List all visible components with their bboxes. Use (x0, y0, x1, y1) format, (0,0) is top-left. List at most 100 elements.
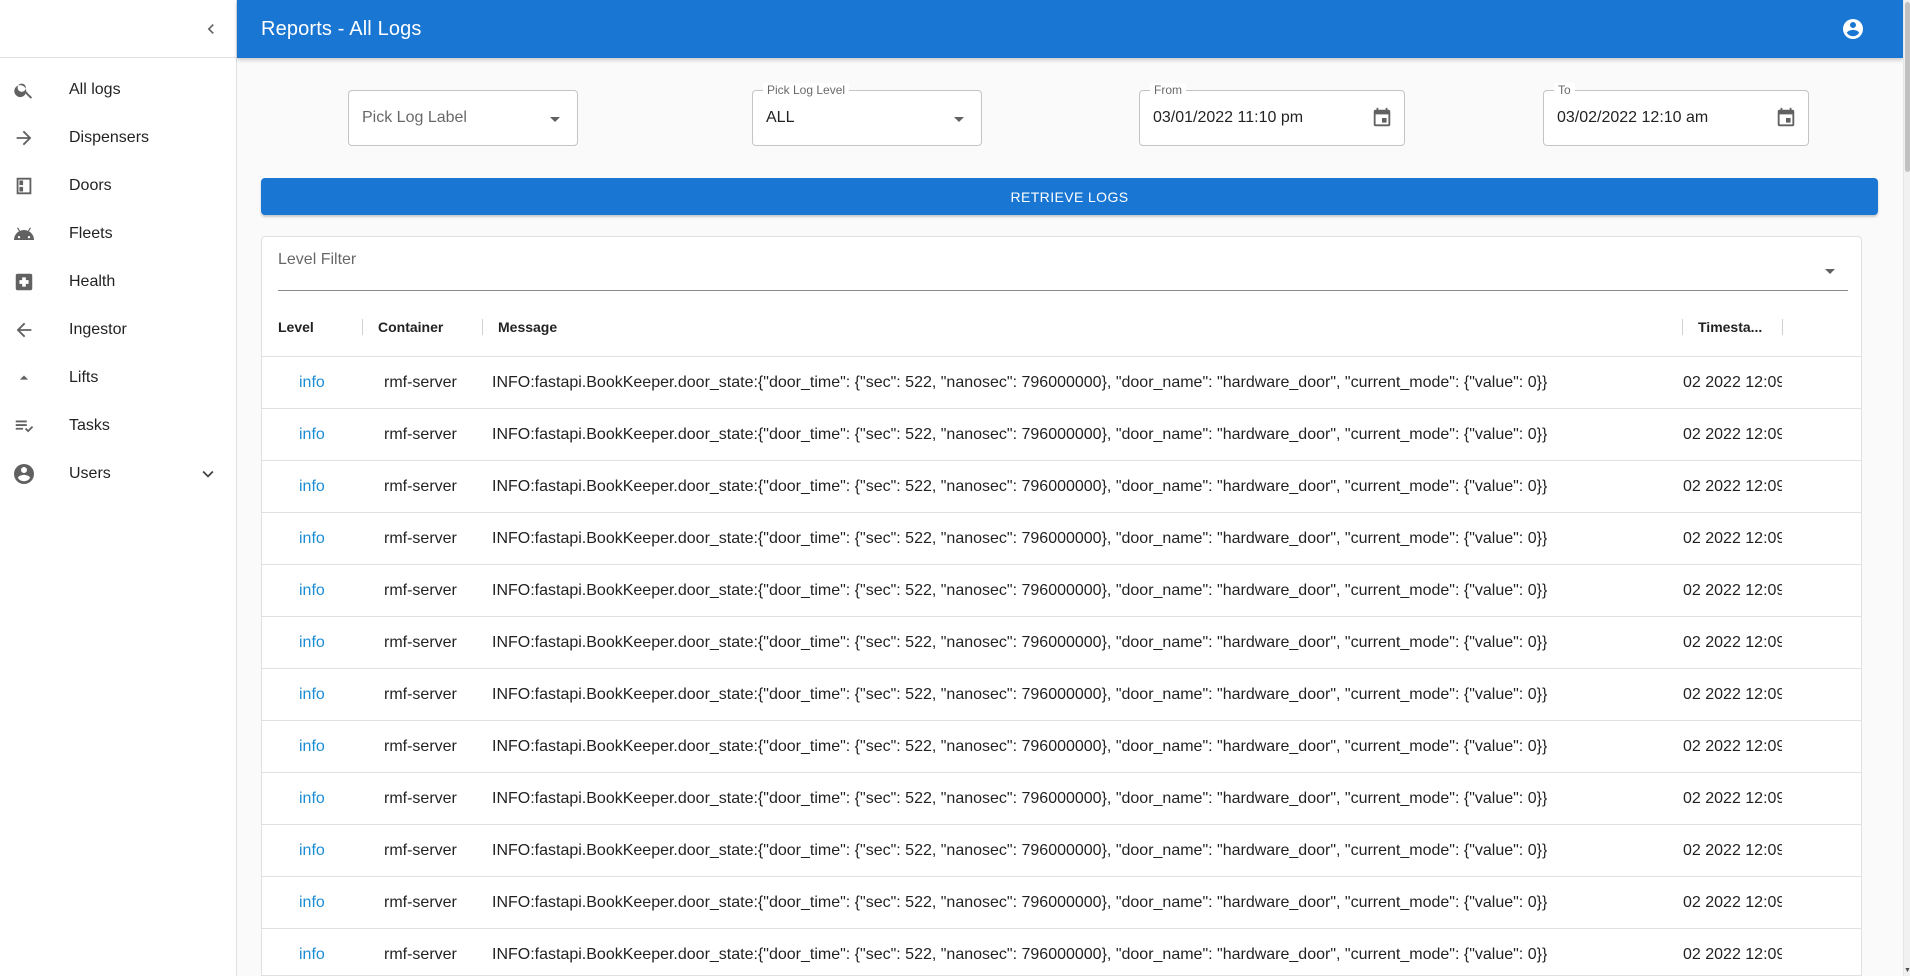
sidebar-item-label: All logs (69, 81, 121, 98)
tasks-icon (12, 414, 36, 438)
cell-container: rmf-server (384, 686, 457, 703)
sidebar-nav: All logs Dispensers Doors Fleets Health … (0, 58, 236, 498)
table-row[interactable]: info rmf-server INFO:fastapi.BookKeeper.… (262, 409, 1861, 461)
sidebar-item-label: Dispensers (69, 129, 150, 146)
account-circle-icon (12, 462, 36, 486)
chevron-left-icon (207, 24, 214, 34)
arrow-forward-icon (12, 126, 36, 150)
column-separator[interactable] (1682, 319, 1683, 335)
log-label-select[interactable]: Pick Log Label (348, 90, 578, 146)
table-row[interactable]: info rmf-server INFO:fastapi.BookKeeper.… (262, 825, 1861, 877)
table-row[interactable]: info rmf-server INFO:fastapi.BookKeeper.… (262, 669, 1861, 721)
cell-container: rmf-server (384, 530, 457, 547)
cell-container: rmf-server (384, 894, 457, 911)
sidebar-item-tasks[interactable]: Tasks (0, 402, 236, 450)
cell-container: rmf-server (384, 790, 457, 807)
column-separator[interactable] (482, 319, 483, 335)
cell-message: INFO:fastapi.BookKeeper.door_state:{"doo… (492, 946, 1548, 963)
cell-timestamp: 02 2022 12:09 (1683, 790, 1782, 807)
cell-level: info (299, 842, 325, 859)
cell-level: info (299, 894, 325, 911)
sidebar-item-users[interactable]: Users (0, 450, 236, 498)
sidebar-header (0, 0, 236, 58)
sidebar-item-label: Users (69, 465, 111, 482)
scrollbar-thumb[interactable] (1905, 2, 1910, 172)
to-date-field[interactable]: To 03/02/2022 12:10 am (1543, 83, 1809, 146)
table-row[interactable]: info rmf-server INFO:fastapi.BookKeeper.… (262, 877, 1861, 929)
cell-level: info (299, 686, 325, 703)
sidebar-item-label: Lifts (69, 369, 99, 386)
dropdown-arrow-icon (1818, 259, 1842, 283)
cell-container: rmf-server (384, 478, 457, 495)
calendar-icon[interactable] (1370, 106, 1394, 130)
scroll-down-arrow-icon[interactable]: ▼ (1904, 967, 1910, 974)
sidebar-item-lifts[interactable]: Lifts (0, 354, 236, 402)
app-root: All logs Dispensers Doors Fleets Health … (0, 0, 1910, 976)
cell-timestamp: 02 2022 12:09 (1683, 894, 1782, 911)
from-date-field[interactable]: From 03/01/2022 11:10 pm (1139, 83, 1405, 146)
table-row[interactable]: info rmf-server INFO:fastapi.BookKeeper.… (262, 565, 1861, 617)
sidebar-item-doors[interactable]: Doors (0, 162, 236, 210)
account-button[interactable] (1837, 13, 1869, 45)
column-header-timestamp[interactable]: Timesta... (1698, 297, 1762, 357)
dropdown-arrow-icon (947, 107, 971, 131)
cell-level: info (299, 634, 325, 651)
table-row[interactable]: info rmf-server INFO:fastapi.BookKeeper.… (262, 721, 1861, 773)
health-icon (12, 270, 36, 294)
cell-message: INFO:fastapi.BookKeeper.door_state:{"doo… (492, 426, 1548, 443)
sidebar-item-fleets[interactable]: Fleets (0, 210, 236, 258)
retrieve-logs-button[interactable]: RETRIEVE LOGS (261, 178, 1878, 215)
cell-container: rmf-server (384, 842, 457, 859)
sidebar-item-health[interactable]: Health (0, 258, 236, 306)
sidebar-item-all-logs[interactable]: All logs (0, 66, 236, 114)
column-separator[interactable] (1782, 319, 1783, 335)
table-row[interactable]: info rmf-server INFO:fastapi.BookKeeper.… (262, 357, 1861, 409)
column-header-container[interactable]: Container (378, 297, 443, 357)
app-bar: Reports - All Logs (237, 0, 1903, 58)
from-date-value: 03/01/2022 11:10 pm (1153, 109, 1304, 126)
cell-message: INFO:fastapi.BookKeeper.door_state:{"doo… (492, 530, 1548, 547)
column-header-level[interactable]: Level (278, 297, 314, 357)
cell-message: INFO:fastapi.BookKeeper.door_state:{"doo… (492, 634, 1548, 651)
calendar-icon[interactable] (1774, 106, 1798, 130)
table-body: info rmf-server INFO:fastapi.BookKeeper.… (262, 357, 1861, 975)
cell-timestamp: 02 2022 12:09 (1683, 634, 1782, 651)
cell-container: rmf-server (384, 426, 457, 443)
sidebar-item-label: Health (69, 273, 116, 290)
cell-timestamp: 02 2022 12:09 (1683, 946, 1782, 963)
log-table: Level Filter Level Container Message Tim… (261, 236, 1862, 976)
cell-timestamp: 02 2022 12:09 (1683, 374, 1782, 391)
column-separator[interactable] (362, 319, 363, 335)
chevron-down-icon[interactable] (196, 462, 220, 486)
page-title: Reports - All Logs (261, 17, 422, 40)
collapse-sidebar-button[interactable] (196, 14, 226, 44)
cell-timestamp: 02 2022 12:09 (1683, 686, 1782, 703)
level-filter-select[interactable]: Level Filter (278, 251, 1848, 291)
cell-message: INFO:fastapi.BookKeeper.door_state:{"doo… (492, 478, 1548, 495)
log-level-select[interactable]: Pick Log Level ALL (752, 83, 982, 146)
cell-container: rmf-server (384, 946, 457, 963)
table-row[interactable]: info rmf-server INFO:fastapi.BookKeeper.… (262, 617, 1861, 669)
cell-message: INFO:fastapi.BookKeeper.door_state:{"doo… (492, 894, 1548, 911)
sidebar-item-dispensers[interactable]: Dispensers (0, 114, 236, 162)
cell-timestamp: 02 2022 12:09 (1683, 530, 1782, 547)
cell-container: rmf-server (384, 582, 457, 599)
table-row[interactable]: info rmf-server INFO:fastapi.BookKeeper.… (262, 461, 1861, 513)
cell-timestamp: 02 2022 12:09 (1683, 738, 1782, 755)
sidebar-item-ingestor[interactable]: Ingestor (0, 306, 236, 354)
cell-level: info (299, 946, 325, 963)
cell-container: rmf-server (384, 738, 457, 755)
cell-message: INFO:fastapi.BookKeeper.door_state:{"doo… (492, 686, 1548, 703)
page-scrollbar[interactable]: ▼ (1903, 0, 1910, 976)
sidebar-item-label: Tasks (69, 417, 110, 434)
from-date-label: From (1150, 83, 1186, 97)
column-header-message[interactable]: Message (498, 297, 557, 357)
table-row[interactable]: info rmf-server INFO:fastapi.BookKeeper.… (262, 773, 1861, 825)
cell-message: INFO:fastapi.BookKeeper.door_state:{"doo… (492, 790, 1548, 807)
cell-container: rmf-server (384, 374, 457, 391)
cell-timestamp: 02 2022 12:09 (1683, 478, 1782, 495)
cell-level: info (299, 738, 325, 755)
table-row[interactable]: info rmf-server INFO:fastapi.BookKeeper.… (262, 513, 1861, 565)
table-row[interactable]: info rmf-server INFO:fastapi.BookKeeper.… (262, 929, 1861, 975)
dropdown-arrow-icon (543, 107, 567, 131)
